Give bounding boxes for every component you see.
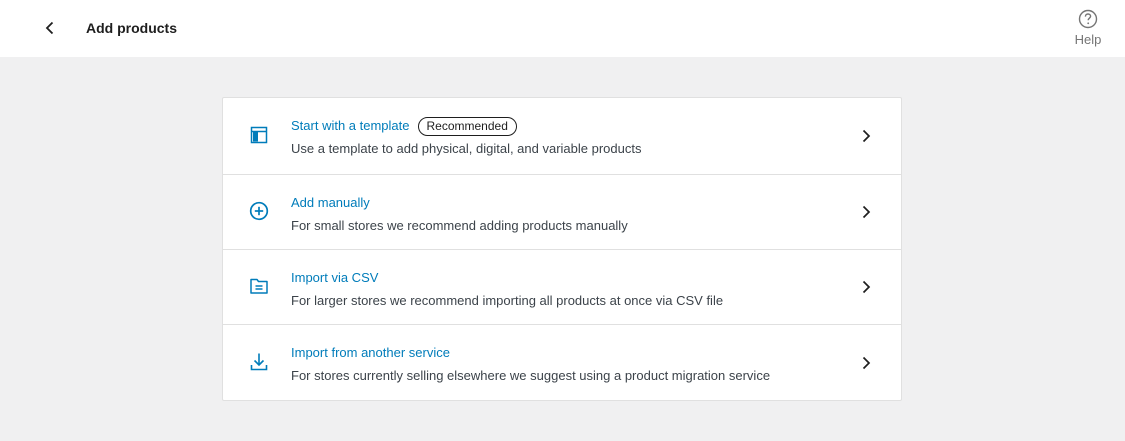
option-description: For stores currently selling elsewhere w…	[291, 368, 771, 383]
option-description: For small stores we recommend adding pro…	[291, 218, 628, 233]
help-circle-icon	[1078, 9, 1098, 29]
file-icon	[247, 274, 271, 298]
chevron-right-icon	[857, 278, 875, 296]
option-description: Use a template to add physical, digital,…	[291, 141, 642, 156]
option-add-manually[interactable]: Add manually For small stores we recomme…	[223, 175, 901, 250]
page-title: Add products	[86, 20, 177, 36]
chevron-right-icon	[857, 203, 875, 221]
option-description: For larger stores we recommend importing…	[291, 293, 724, 308]
help-label: Help	[1074, 32, 1102, 47]
download-icon	[247, 350, 271, 374]
option-import-another-service[interactable]: Import from another service For stores c…	[223, 325, 901, 400]
help-button[interactable]: Help	[1063, 8, 1113, 50]
recommended-badge: Recommended	[417, 116, 517, 136]
option-title: Add manually	[291, 195, 370, 210]
chevron-right-icon	[857, 354, 875, 372]
option-title: Import from another service	[291, 345, 450, 360]
chevron-right-icon	[857, 127, 875, 145]
options-card: Start with a template Recommended Use a …	[222, 97, 902, 401]
option-title: Start with a template	[291, 118, 410, 133]
back-button[interactable]	[36, 14, 64, 42]
top-bar: Add products Help	[0, 0, 1125, 57]
plus-circle-icon	[247, 199, 271, 223]
template-layout-icon	[247, 123, 271, 147]
chevron-left-icon	[45, 21, 54, 35]
option-start-with-template[interactable]: Start with a template Recommended Use a …	[223, 98, 901, 175]
option-title: Import via CSV	[291, 270, 379, 285]
option-import-csv[interactable]: Import via CSV For larger stores we reco…	[223, 250, 901, 325]
